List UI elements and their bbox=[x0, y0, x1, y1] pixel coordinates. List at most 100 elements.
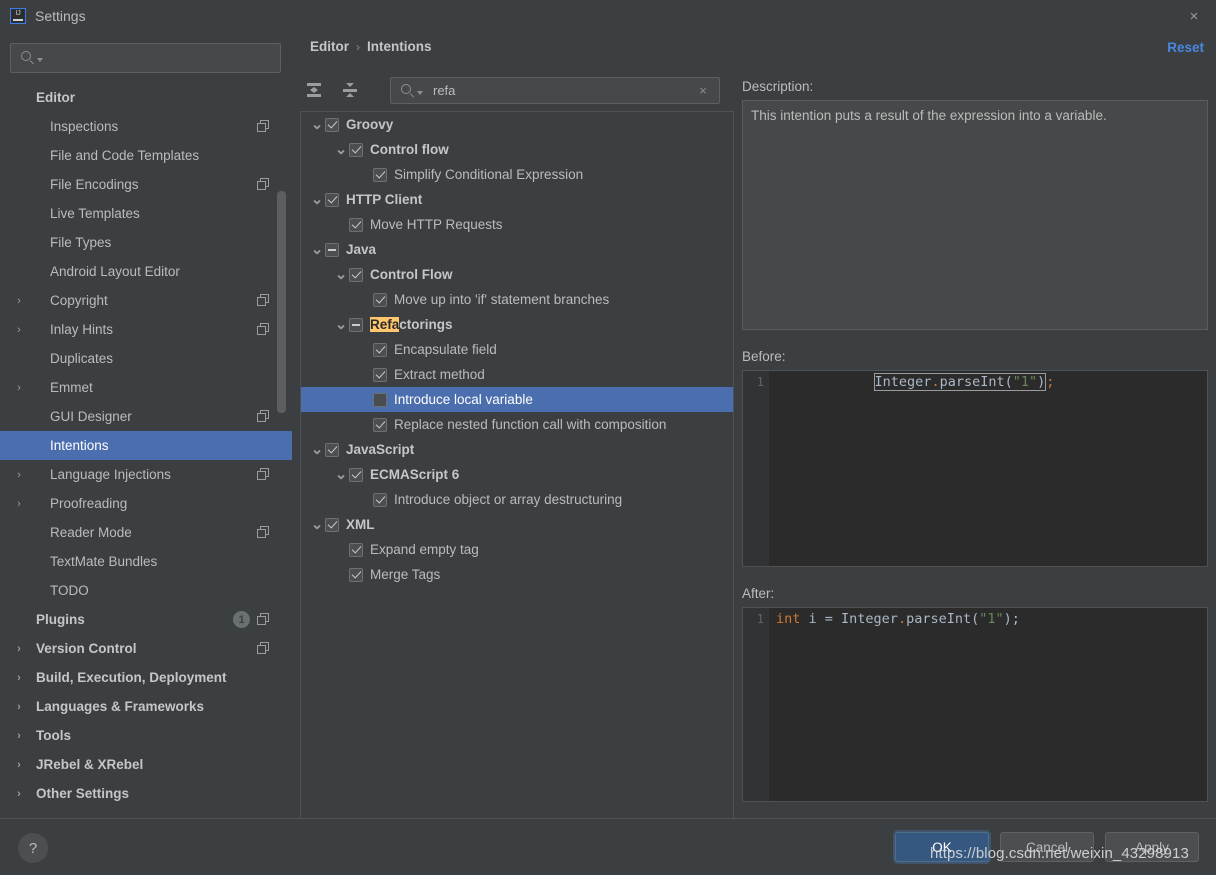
sidebar-item-copyright[interactable]: › Copyright bbox=[0, 286, 292, 315]
intention-checkbox[interactable] bbox=[373, 342, 387, 357]
intention-tree-row[interactable]: ⌄ Control Flow bbox=[301, 262, 733, 287]
sidebar-item-textmate-bundles[interactable]: ›TextMate Bundles bbox=[0, 547, 292, 576]
chevron-down-icon[interactable]: ⌄ bbox=[333, 467, 349, 482]
intention-tree-row[interactable]: ⌄ Java bbox=[301, 237, 733, 262]
copy-settings-icon[interactable] bbox=[257, 613, 270, 626]
intention-checkbox[interactable] bbox=[349, 317, 363, 332]
intention-checkbox[interactable] bbox=[373, 167, 387, 182]
sidebar-item-emmet[interactable]: › Emmet bbox=[0, 373, 292, 402]
intention-tree-row[interactable]: ⌄Merge Tags bbox=[301, 562, 733, 587]
sidebar-item-intentions[interactable]: ›Intentions bbox=[0, 431, 292, 460]
intention-tree-row[interactable]: ⌄Move up into 'if' statement branches bbox=[301, 287, 733, 312]
chevron-right-icon[interactable]: › bbox=[12, 788, 26, 800]
chevron-right-icon[interactable]: › bbox=[12, 382, 26, 394]
intention-checkbox[interactable] bbox=[349, 567, 363, 582]
chevron-right-icon[interactable]: › bbox=[12, 643, 26, 655]
copy-settings-icon[interactable] bbox=[257, 178, 270, 191]
intention-tree-row[interactable]: ⌄ Groovy bbox=[301, 112, 733, 137]
settings-category-tree[interactable]: ›Editor›Inspections›File and Code Templa… bbox=[0, 83, 292, 818]
intention-checkbox[interactable] bbox=[373, 367, 387, 382]
sidebar-item-other-settings[interactable]: › Other Settings bbox=[0, 779, 292, 808]
sidebar-scrollbar-thumb[interactable] bbox=[277, 191, 286, 413]
intention-tree-row[interactable]: ⌄Expand empty tag bbox=[301, 537, 733, 562]
intention-checkbox[interactable] bbox=[325, 192, 339, 207]
sidebar-item-build-execution-deployment[interactable]: › Build, Execution, Deployment bbox=[0, 663, 292, 692]
chevron-right-icon[interactable]: › bbox=[12, 730, 26, 742]
sidebar-item-live-templates[interactable]: ›Live Templates bbox=[0, 199, 292, 228]
intention-tree-row[interactable]: ⌄ XML bbox=[301, 512, 733, 537]
intention-tree-row[interactable]: ⌄ Refactorings bbox=[301, 312, 733, 337]
intention-tree-row[interactable]: ⌄ HTTP Client bbox=[301, 187, 733, 212]
intention-checkbox[interactable] bbox=[373, 392, 387, 407]
intention-checkbox[interactable] bbox=[349, 467, 363, 482]
chevron-right-icon[interactable]: › bbox=[12, 324, 26, 336]
intentions-filter-input[interactable] bbox=[431, 82, 671, 99]
intention-checkbox[interactable] bbox=[325, 517, 339, 532]
copy-settings-icon[interactable] bbox=[257, 323, 270, 336]
sidebar-item-languages-frameworks[interactable]: › Languages & Frameworks bbox=[0, 692, 292, 721]
settings-search-box[interactable] bbox=[10, 43, 281, 73]
intention-checkbox[interactable] bbox=[349, 217, 363, 232]
filter-chevron-down-icon[interactable] bbox=[417, 90, 423, 95]
intention-checkbox[interactable] bbox=[373, 492, 387, 507]
sidebar-item-todo[interactable]: ›TODO bbox=[0, 576, 292, 605]
sidebar-item-inspections[interactable]: ›Inspections bbox=[0, 112, 292, 141]
reset-link[interactable]: Reset bbox=[1167, 40, 1204, 55]
collapse-all-button[interactable] bbox=[336, 76, 364, 104]
chevron-down-icon[interactable]: ⌄ bbox=[309, 442, 325, 457]
intention-checkbox[interactable] bbox=[349, 142, 363, 157]
chevron-down-icon[interactable]: ⌄ bbox=[333, 317, 349, 332]
sidebar-item-inlay-hints[interactable]: › Inlay Hints bbox=[0, 315, 292, 344]
intention-checkbox[interactable] bbox=[325, 117, 339, 132]
sidebar-item-tools[interactable]: › Tools bbox=[0, 721, 292, 750]
sidebar-item-jrebel-xrebel[interactable]: › JRebel & XRebel bbox=[0, 750, 292, 779]
chevron-right-icon[interactable]: › bbox=[12, 295, 26, 307]
intentions-tree[interactable]: ⌄Groovy⌄Control flow⌄Simplify Conditiona… bbox=[300, 111, 734, 837]
chevron-down-icon[interactable] bbox=[37, 58, 43, 62]
intention-checkbox[interactable] bbox=[373, 292, 387, 307]
sidebar-item-file-encodings[interactable]: ›File Encodings bbox=[0, 170, 292, 199]
clear-filter-icon[interactable]: × bbox=[695, 82, 711, 98]
breadcrumb-parent[interactable]: Editor bbox=[310, 39, 349, 54]
sidebar-item-duplicates[interactable]: ›Duplicates bbox=[0, 344, 292, 373]
chevron-down-icon[interactable]: ⌄ bbox=[309, 117, 325, 132]
chevron-right-icon[interactable]: › bbox=[12, 469, 26, 481]
intention-tree-row[interactable]: ⌄Replace nested function call with compo… bbox=[301, 412, 733, 437]
sidebar-item-reader-mode[interactable]: ›Reader Mode bbox=[0, 518, 292, 547]
expand-all-button[interactable] bbox=[300, 76, 328, 104]
sidebar-item-proofreading[interactable]: › Proofreading bbox=[0, 489, 292, 518]
intention-tree-row[interactable]: ⌄Simplify Conditional Expression bbox=[301, 162, 733, 187]
chevron-down-icon[interactable]: ⌄ bbox=[333, 267, 349, 282]
intention-tree-row[interactable]: ⌄Introduce local variable bbox=[301, 387, 733, 412]
intention-tree-row[interactable]: ⌄ Control flow bbox=[301, 137, 733, 162]
intention-tree-row[interactable]: ⌄Encapsulate field bbox=[301, 337, 733, 362]
sidebar-item-android-layout-editor[interactable]: ›Android Layout Editor bbox=[0, 257, 292, 286]
copy-settings-icon[interactable] bbox=[257, 468, 270, 481]
copy-settings-icon[interactable] bbox=[257, 642, 270, 655]
chevron-down-icon[interactable]: ⌄ bbox=[309, 192, 325, 207]
sidebar-item-version-control[interactable]: › Version Control bbox=[0, 634, 292, 663]
chevron-right-icon[interactable]: › bbox=[12, 498, 26, 510]
sidebar-item-language-injections[interactable]: › Language Injections bbox=[0, 460, 292, 489]
intention-tree-row[interactable]: ⌄Move HTTP Requests bbox=[301, 212, 733, 237]
close-icon[interactable]: × bbox=[1184, 6, 1204, 26]
chevron-right-icon[interactable]: › bbox=[12, 672, 26, 684]
chevron-down-icon[interactable]: ⌄ bbox=[309, 517, 325, 532]
chevron-down-icon[interactable]: ⌄ bbox=[333, 142, 349, 157]
copy-settings-icon[interactable] bbox=[257, 294, 270, 307]
copy-settings-icon[interactable] bbox=[257, 120, 270, 133]
chevron-down-icon[interactable]: ⌄ bbox=[309, 242, 325, 257]
intention-checkbox[interactable] bbox=[325, 442, 339, 457]
intention-tree-row[interactable]: ⌄Extract method bbox=[301, 362, 733, 387]
intention-tree-row[interactable]: ⌄ ECMAScript 6 bbox=[301, 462, 733, 487]
settings-search-input[interactable] bbox=[51, 49, 251, 67]
copy-settings-icon[interactable] bbox=[257, 410, 270, 423]
sidebar-item-gui-designer[interactable]: ›GUI Designer bbox=[0, 402, 292, 431]
chevron-right-icon[interactable]: › bbox=[12, 701, 26, 713]
help-button[interactable]: ? bbox=[18, 833, 48, 863]
sidebar-item-file-types[interactable]: ›File Types bbox=[0, 228, 292, 257]
intention-tree-row[interactable]: ⌄ JavaScript bbox=[301, 437, 733, 462]
intention-tree-row[interactable]: ⌄Introduce object or array destructuring bbox=[301, 487, 733, 512]
intention-checkbox[interactable] bbox=[325, 242, 339, 257]
sidebar-item-file-and-code-templates[interactable]: ›File and Code Templates bbox=[0, 141, 292, 170]
